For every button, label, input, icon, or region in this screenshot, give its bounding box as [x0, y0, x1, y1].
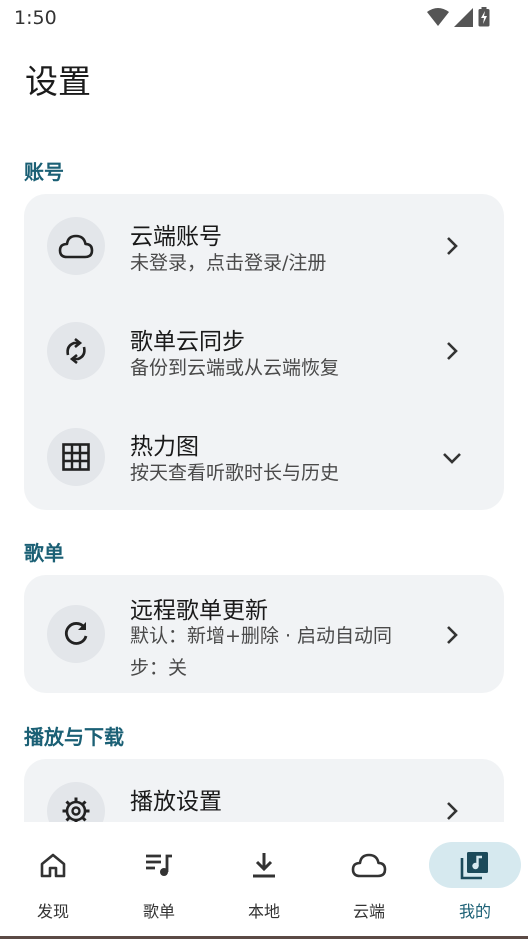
music-library-icon [429, 842, 521, 888]
chevron-right-icon [440, 234, 464, 258]
refresh-icon [47, 605, 105, 663]
nav-item-local[interactable]: 本地 [211, 842, 317, 922]
nav-label: 云端 [352, 902, 385, 921]
row-heatmap[interactable]: 热力图 按天查看听歌时长与历史 [24, 404, 504, 510]
section-header-playback: 播放与下载 [24, 725, 124, 749]
row-subtitle: 未登录，点击登录/注册 [130, 252, 327, 274]
row-cloud-account[interactable]: 云端账号 未登录，点击登录/注册 [24, 194, 504, 299]
nav-item-mine[interactable]: 我的 [422, 842, 528, 922]
nav-label: 歌单 [142, 902, 175, 921]
row-playlist-cloud-sync[interactable]: 歌单云同步 备份到云端或从云端恢复 [24, 299, 504, 404]
grid-icon [47, 428, 105, 486]
row-title: 云端账号 [130, 224, 222, 250]
row-title: 播放设置 [130, 789, 222, 815]
nav-item-discover[interactable]: 发现 [0, 842, 106, 922]
row-subtitle: 默认：新增+删除 · 启动自动同步：关 [130, 625, 393, 679]
row-subtitle: 备份到云端或从云端恢复 [130, 357, 340, 379]
chevron-right-icon [440, 799, 464, 822]
settings-scroll-area[interactable]: 设置 账号 云端账号 未登录，点击登录/注册 歌单云同步 备份到云端或从云端恢复 [0, 0, 528, 822]
row-subtitle: 按天查看听歌时长与历史 [130, 462, 340, 484]
chevron-right-icon [440, 339, 464, 363]
playback-card: 播放设置 [24, 759, 504, 822]
chevron-right-icon [440, 623, 464, 647]
nav-item-cloud[interactable]: 云端 [316, 842, 422, 922]
row-remote-playlist-update[interactable]: 远程歌单更新 默认：新增+删除 · 启动自动同步：关 [24, 575, 504, 693]
download-icon [218, 842, 310, 888]
gear-icon [47, 782, 105, 822]
nav-item-playlist[interactable]: 歌单 [106, 842, 212, 922]
nav-label: 发现 [36, 902, 69, 921]
bottom-navigation: 发现 歌单 本地 云端 我的 [0, 822, 528, 939]
home-icon [7, 842, 99, 888]
page-title: 设置 [25, 62, 91, 101]
cloud-icon [323, 842, 415, 888]
row-title: 歌单云同步 [130, 329, 245, 355]
section-header-account: 账号 [24, 160, 64, 184]
nav-label: 我的 [458, 902, 491, 921]
row-title: 热力图 [130, 434, 199, 460]
nav-label: 本地 [247, 902, 280, 921]
sync-icon [47, 322, 105, 380]
row-playback-settings[interactable]: 播放设置 [24, 759, 504, 822]
playlist-icon [113, 842, 205, 888]
section-header-playlist: 歌单 [24, 541, 64, 565]
chevron-down-icon [440, 446, 464, 470]
playlist-card: 远程歌单更新 默认：新增+删除 · 启动自动同步：关 [24, 575, 504, 693]
cloud-icon [47, 217, 105, 275]
account-card: 云端账号 未登录，点击登录/注册 歌单云同步 备份到云端或从云端恢复 热力图 按… [24, 194, 504, 510]
